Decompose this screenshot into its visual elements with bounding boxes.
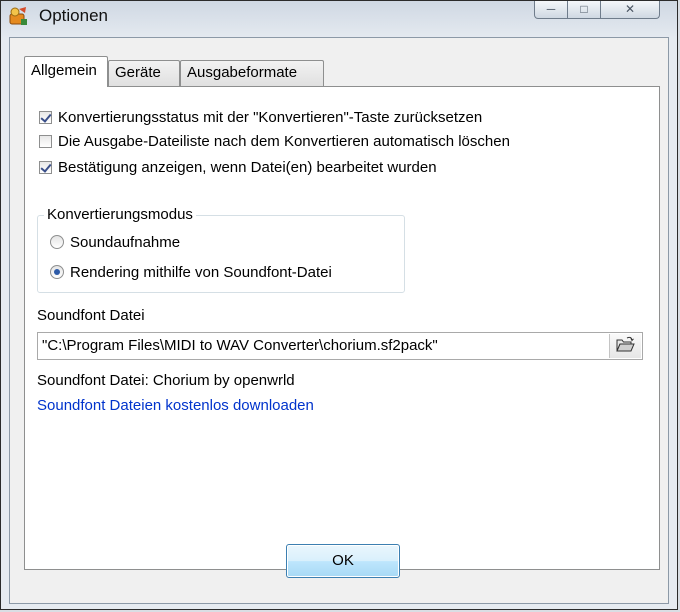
- option-label: Bestätigung anzeigen, wenn Datei(en) bea…: [58, 158, 437, 176]
- soundfont-info: Soundfont Datei: Chorium by openwrld: [37, 372, 295, 389]
- dialog-client-area: Allgemein Geräte Ausgabeformate Konverti…: [9, 37, 669, 604]
- checkbox-show-confirmation[interactable]: [39, 160, 52, 174]
- options-dialog: Optionen ─ □ ✕ Allgemein Geräte Ausgabef…: [0, 0, 678, 610]
- option-label: Die Ausgabe-Dateiliste nach dem Konverti…: [58, 132, 510, 150]
- mode-option-soundfont-rendering[interactable]: Rendering mithilfe von Soundfont-Datei: [50, 262, 332, 282]
- radio-soundfont-rendering[interactable]: [50, 265, 64, 279]
- option-label: Konvertierungsstatus mit der "Konvertier…: [58, 108, 483, 126]
- download-soundfonts-link[interactable]: Soundfont Dateien kostenlos downloaden: [37, 397, 314, 414]
- folder-open-icon: [616, 336, 635, 352]
- mode-option-label: Rendering mithilfe von Soundfont-Datei: [70, 263, 332, 281]
- tab-ausgabeformate[interactable]: Ausgabeformate: [180, 60, 324, 86]
- close-icon: ✕: [624, 2, 636, 16]
- option-reset-status[interactable]: Konvertierungsstatus mit der "Konvertier…: [39, 107, 482, 127]
- soundfont-path-value: "C:\Program Files\MIDI to WAV Converter\…: [42, 337, 438, 354]
- title-bar[interactable]: Optionen ─ □ ✕: [1, 1, 677, 31]
- conversion-mode-group: Konvertierungsmodus Soundaufnahme Render…: [37, 206, 405, 293]
- option-auto-clear-list[interactable]: Die Ausgabe-Dateiliste nach dem Konverti…: [39, 131, 510, 151]
- radio-sound-recording[interactable]: [50, 235, 64, 249]
- soundfont-path-field[interactable]: "C:\Program Files\MIDI to WAV Converter\…: [37, 332, 643, 360]
- minimize-button[interactable]: ─: [534, 1, 568, 19]
- browse-button[interactable]: [609, 334, 641, 358]
- conversion-mode-label: Konvertierungsmodus: [44, 206, 196, 223]
- option-show-confirmation[interactable]: Bestätigung anzeigen, wenn Datei(en) bea…: [39, 157, 437, 177]
- window-title: Optionen: [39, 6, 108, 25]
- checkbox-auto-clear-list[interactable]: [39, 134, 52, 148]
- minimize-icon: ─: [546, 2, 556, 16]
- tab-allgemein[interactable]: Allgemein: [24, 56, 108, 87]
- maximize-button[interactable]: □: [567, 1, 601, 19]
- close-button[interactable]: ✕: [600, 1, 660, 19]
- checkbox-reset-status[interactable]: [39, 110, 52, 124]
- ok-button[interactable]: OK: [286, 544, 400, 578]
- maximize-icon: □: [580, 2, 588, 16]
- tab-geraete[interactable]: Geräte: [108, 60, 180, 86]
- mode-option-label: Soundaufnahme: [70, 233, 181, 251]
- soundfont-field-label: Soundfont Datei: [37, 307, 145, 324]
- tab-panel-allgemein: Konvertierungsstatus mit der "Konvertier…: [24, 86, 660, 570]
- mode-option-sound-recording[interactable]: Soundaufnahme: [50, 232, 180, 252]
- app-icon: [9, 7, 27, 25]
